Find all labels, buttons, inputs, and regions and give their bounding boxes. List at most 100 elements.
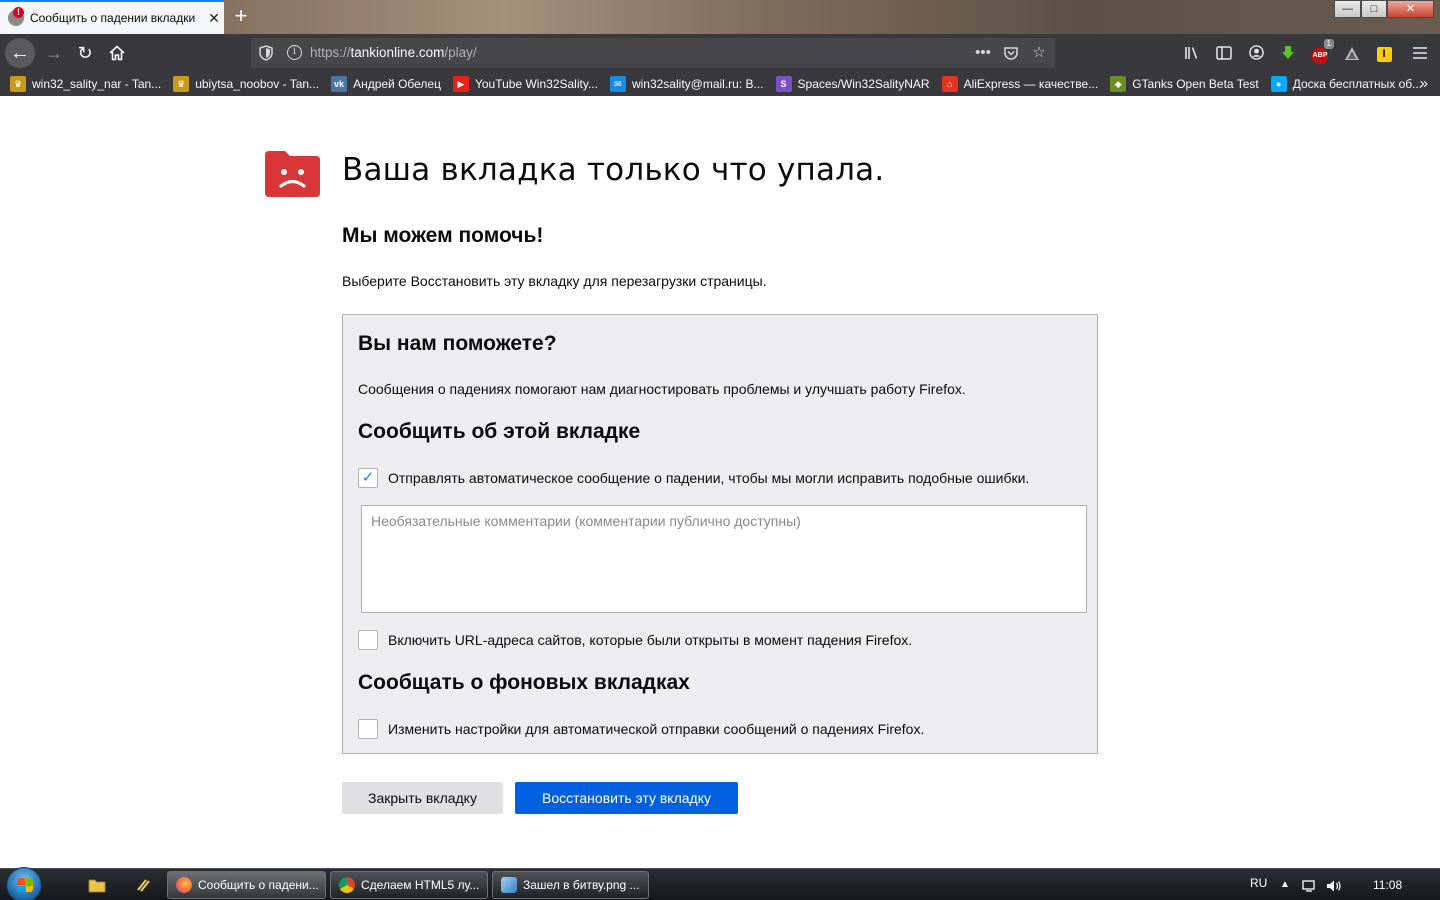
bookmark-item[interactable]: ♛ ubiytsa_noobov - Tan... — [173, 72, 319, 96]
sidebar-icon[interactable] — [1208, 39, 1240, 67]
report-tab-heading: Сообщить об этой вкладке — [358, 420, 641, 443]
auto-report-row[interactable]: ✓ Отправлять автоматическое сообщение о … — [358, 468, 1029, 488]
windows-taskbar: Сообщить о падени... Сделаем HTML5 лу...… — [0, 867, 1440, 900]
page-actions-icon[interactable]: ••• — [973, 43, 993, 63]
crash-report-panel: Вы нам поможете? Сообщения о падениях по… — [342, 314, 1098, 754]
start-button[interactable] — [6, 867, 42, 900]
restore-hint: Выберите Восстановить эту вкладку для пе… — [342, 273, 767, 289]
close-window-button[interactable]: ✕ — [1387, 0, 1434, 18]
url-bar[interactable]: i https://tankionline.com/play/ ••• ☆ — [251, 38, 1055, 68]
reload-icon: ↻ — [77, 43, 93, 63]
library-icon[interactable] — [1176, 39, 1208, 67]
arrow-right-icon: → — [45, 43, 63, 63]
yellow-extension-icon[interactable]: I — [1368, 39, 1400, 67]
home-button[interactable] — [103, 39, 131, 67]
taskbar-item-firefox[interactable]: Сообщить о падени... — [167, 871, 326, 899]
account-icon[interactable] — [1240, 39, 1272, 67]
tab-crash-report[interactable]: ! Сообщить о падении вкладки ✕ — [0, 0, 224, 34]
vk-icon: vk — [331, 76, 348, 92]
pocket-icon[interactable] — [1001, 43, 1021, 63]
comments-textarea[interactable] — [361, 505, 1087, 613]
image-viewer-icon — [501, 877, 517, 893]
taskbar-item-label: Сделаем HTML5 лу... — [361, 878, 480, 892]
menu-icon[interactable] — [1400, 39, 1440, 67]
background-tabs-heading: Сообщать о фоновых вкладках — [358, 671, 690, 694]
navigation-toolbar: ← → ↻ i https://tankionline.com/play/ ••… — [0, 34, 1440, 72]
bookmark-item[interactable]: ♛ win32_sality_nar - Tan... — [10, 72, 161, 96]
volume-icon[interactable] — [1326, 869, 1342, 900]
toolbar-right: ABP 1 I — [1176, 39, 1440, 67]
tab-title: Сообщить о падении вкладки — [30, 11, 196, 25]
panel-description: Сообщения о падениях помогают нам диагно… — [358, 381, 966, 397]
bookmark-item[interactable]: ◆ GTanks Open Beta Test — [1110, 72, 1259, 96]
maximize-button[interactable]: □ — [1361, 0, 1387, 18]
tank-crown-icon: ♛ — [173, 76, 190, 92]
tab-strip: ! Сообщить о падении вкладки ✕ + — □ ✕ — [0, 0, 1440, 34]
taskbar-item-label: Сообщить о падени... — [198, 878, 319, 892]
extension-badge: 1 — [1323, 39, 1334, 49]
auto-report-checkbox[interactable]: ✓ — [358, 468, 378, 488]
page-title: Ваша вкладка только что упала. — [342, 152, 885, 188]
bookmark-star-icon[interactable]: ☆ — [1029, 43, 1049, 63]
back-button[interactable]: ← — [5, 38, 35, 68]
url-host: tankionline.com — [350, 45, 445, 60]
reload-button[interactable]: ↻ — [71, 39, 99, 67]
download-icon[interactable] — [1272, 39, 1304, 67]
page-content: Ваша вкладка только что упала. Мы можем … — [0, 96, 1440, 868]
bookmarks-overflow-icon[interactable]: » — [1420, 75, 1428, 92]
include-urls-checkbox[interactable] — [358, 630, 378, 650]
include-urls-row[interactable]: Включить URL-адреса сайтов, которые были… — [358, 630, 912, 650]
quick-launch-app-icon[interactable] — [132, 875, 154, 895]
clock[interactable]: 11:08 — [1373, 869, 1402, 900]
triangle-extension-icon[interactable] — [1336, 39, 1368, 67]
restore-tab-button[interactable]: Восстановить эту вкладку — [515, 782, 738, 814]
url-prefix: https:// — [310, 45, 351, 60]
url-path: /play/ — [444, 45, 477, 60]
page-subtitle: Мы можем помочь! — [342, 224, 544, 247]
gtanks-icon: ◆ — [1110, 76, 1127, 92]
bookmark-item[interactable]: ⌂ AliExpress — качестве... — [941, 72, 1099, 96]
home-icon — [109, 45, 125, 61]
close-tab-button[interactable]: Закрыть вкладку — [342, 782, 503, 814]
url-actions: ••• ☆ — [973, 43, 1049, 63]
url-text[interactable]: https://tankionline.com/play/ — [310, 45, 477, 60]
bookmark-label: AliExpress — качестве... — [963, 77, 1099, 91]
forward-button[interactable]: → — [40, 39, 68, 67]
tab-close-icon[interactable]: ✕ — [206, 10, 222, 27]
adblock-extension-icon[interactable]: ABP 1 — [1304, 39, 1336, 67]
bookmark-item[interactable]: S Spaces/Win32SalityNAR — [775, 72, 930, 96]
bookmark-item[interactable]: ● Доска бесплатных об... — [1270, 72, 1423, 96]
taskbar-item-chrome[interactable]: Сделаем HTML5 лу... — [330, 871, 488, 899]
site-info-icon[interactable]: i — [287, 45, 302, 60]
cart-icon: ⌂ — [941, 76, 958, 92]
panel-title: Вы нам поможете? — [358, 332, 557, 355]
tab-crash-icon: ! — [8, 7, 24, 26]
chrome-icon — [339, 877, 355, 893]
bookmark-item[interactable]: ▶ YouTube Win32Sality... — [452, 72, 598, 96]
bookmark-label: Доска бесплатных об... — [1292, 77, 1423, 91]
network-icon[interactable] — [1302, 869, 1318, 900]
avito-icon: ● — [1270, 76, 1287, 92]
spaces-icon: S — [775, 76, 792, 92]
explorer-icon[interactable] — [86, 875, 108, 895]
change-settings-row[interactable]: Изменить настройки для автоматической от… — [358, 719, 924, 739]
tray-expand-icon[interactable]: ▲ — [1280, 869, 1290, 900]
tank-crown-icon: ♛ — [10, 76, 26, 92]
change-settings-checkbox[interactable] — [358, 719, 378, 739]
error-badge: ! — [13, 7, 24, 18]
bookmark-item[interactable]: vk Андрей Обелец — [331, 72, 441, 96]
taskbar-item-image-viewer[interactable]: Зашел в битву.png ... — [492, 871, 649, 899]
crashed-tab-icon — [265, 151, 320, 197]
minimize-button[interactable]: — — [1334, 0, 1361, 18]
language-indicator[interactable]: RU — [1250, 869, 1267, 900]
bookmark-label: win32_sality_nar - Tan... — [32, 77, 162, 91]
tracking-shield-icon[interactable] — [259, 45, 273, 61]
taskbar-item-label: Зашел в битву.png ... — [523, 878, 640, 892]
new-tab-button[interactable]: + — [228, 4, 254, 30]
bookmark-item[interactable]: ✉ win32sality@mail.ru: В... — [609, 72, 764, 96]
bookmark-label: YouTube Win32Sality... — [474, 77, 598, 91]
window-controls: — □ ✕ — [1334, 0, 1434, 20]
bookmark-label: win32sality@mail.ru: В... — [631, 77, 764, 91]
bookmarks-toolbar: ♛ win32_sality_nar - Tan... ♛ ubiytsa_noobo… — [0, 72, 1440, 96]
mail-icon: ✉ — [609, 76, 626, 92]
